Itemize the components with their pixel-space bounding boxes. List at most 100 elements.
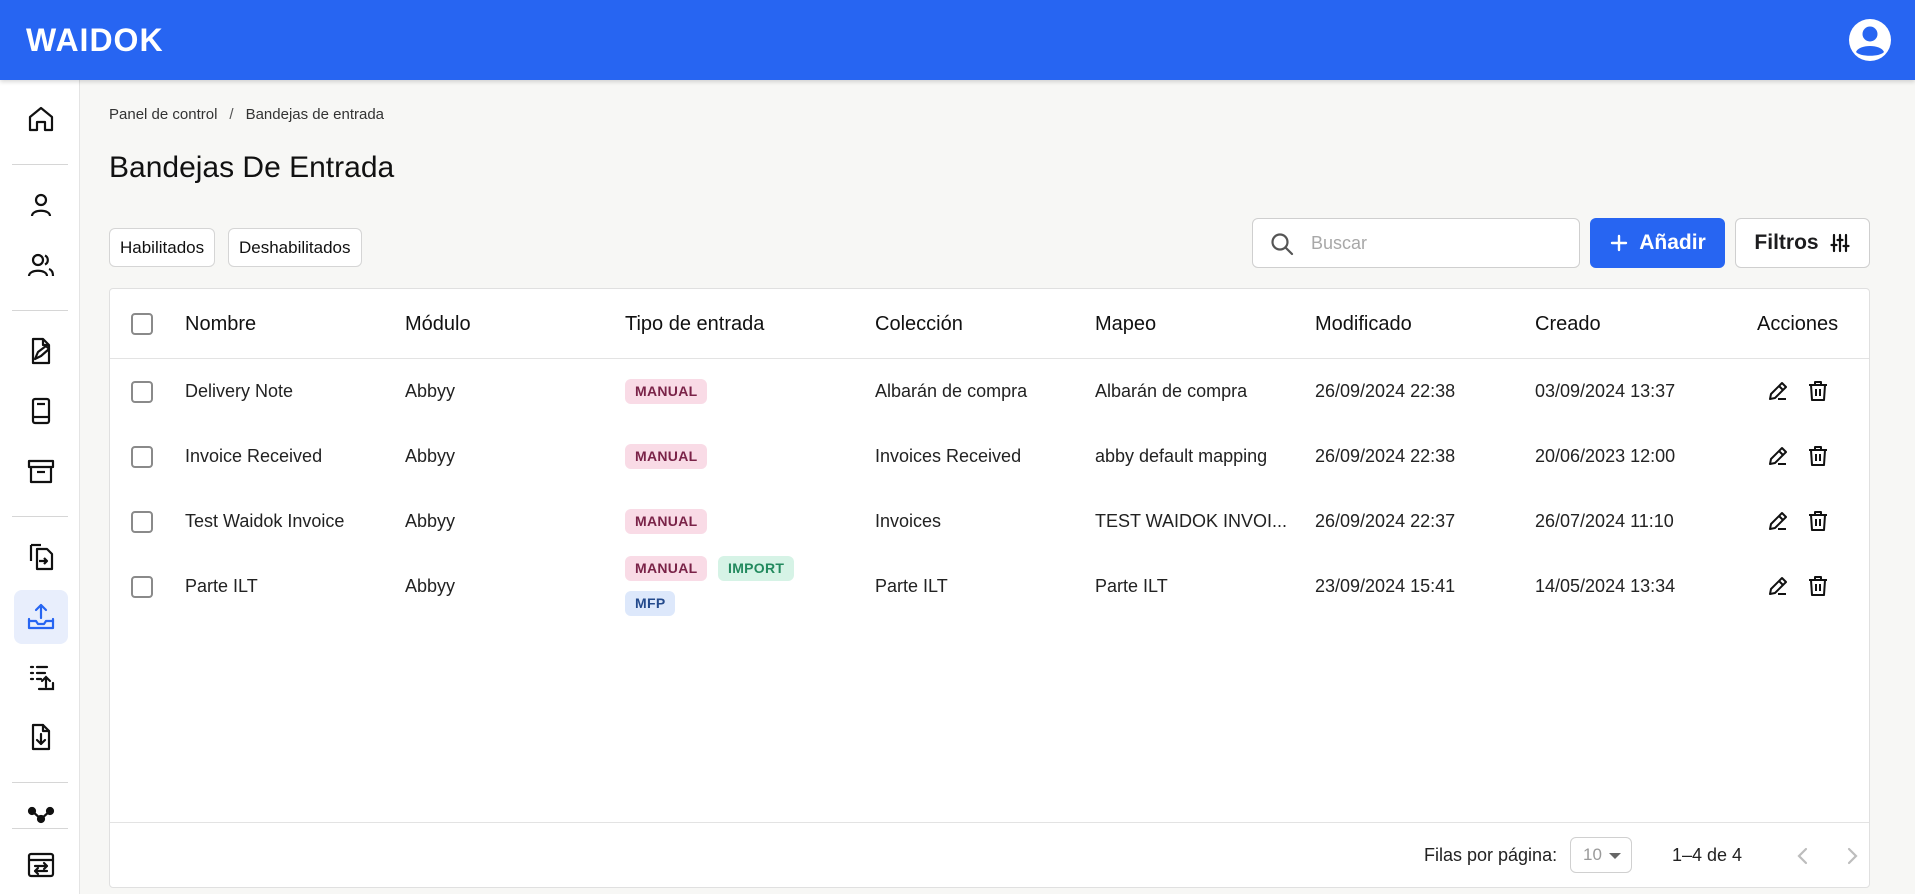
- tag-manual: MANUAL: [625, 444, 708, 469]
- cell-creado: 26/07/2024 11:10: [1535, 511, 1674, 531]
- sidebar-divider: [12, 516, 68, 517]
- cell-modificado: 26/09/2024 22:37: [1315, 511, 1456, 531]
- sidebar-item-users[interactable]: [14, 238, 68, 292]
- workflow-icon: [27, 806, 55, 824]
- row-checkbox[interactable]: [131, 381, 153, 403]
- chevron-right-icon[interactable]: [1839, 843, 1865, 869]
- cell-nombre: Test Waidok Invoice: [185, 511, 345, 531]
- cell-creado: 14/05/2024 13:34: [1535, 576, 1676, 596]
- column-header-creado[interactable]: Creado: [1535, 312, 1601, 336]
- cell-modulo: Abbyy: [405, 511, 456, 531]
- table-row[interactable]: Test Waidok Invoice Abbyy MANUAL Invoice…: [110, 489, 1869, 553]
- tag-manual: MANUAL: [625, 509, 708, 534]
- cell-mapeo: Parte ILT: [1095, 576, 1168, 596]
- trash-icon[interactable]: [1806, 444, 1830, 468]
- row-checkbox[interactable]: [131, 576, 153, 598]
- table-row[interactable]: Invoice Received Abbyy MANUAL Invoices R…: [110, 424, 1869, 488]
- user-icon: [30, 193, 52, 217]
- cell-creado: 03/09/2024 13:37: [1535, 381, 1676, 401]
- cell-coleccion: Invoices: [875, 511, 942, 531]
- caret-down-icon: [1609, 853, 1621, 859]
- tag-import: IMPORT: [718, 556, 795, 581]
- cell-creado: 20/06/2023 12:00: [1535, 446, 1676, 466]
- sidebar-item-document-transfer[interactable]: [14, 530, 68, 584]
- cell-coleccion: Albarán de compra: [875, 381, 1028, 401]
- table-header: Nombre Módulo Tipo de entrada Colección …: [110, 289, 1869, 359]
- column-header-modificado[interactable]: Modificado: [1315, 312, 1412, 336]
- cell-modulo: Abbyy: [405, 446, 456, 466]
- sidebar-item-inbox-upload[interactable]: [14, 590, 68, 644]
- sidebar-item-document-download[interactable]: [14, 710, 68, 764]
- sliders-icon: [1829, 233, 1850, 253]
- cell-nombre: Delivery Note: [185, 381, 294, 401]
- chevron-left-icon[interactable]: [1790, 843, 1816, 869]
- cell-modificado: 26/09/2024 22:38: [1315, 381, 1456, 401]
- row-checkbox[interactable]: [131, 511, 153, 533]
- edit-icon[interactable]: [1766, 379, 1790, 403]
- select-all-checkbox[interactable]: [131, 313, 153, 335]
- sidebar-item-document-edit[interactable]: [14, 324, 68, 378]
- edit-icon[interactable]: [1766, 444, 1790, 468]
- sidebar-item-list-upload[interactable]: [14, 650, 68, 704]
- search-icon: [1271, 233, 1294, 256]
- sidebar-item-user[interactable]: [14, 178, 68, 232]
- column-header-mapeo[interactable]: Mapeo: [1095, 312, 1156, 336]
- sidebar-item-window-transfer[interactable]: [14, 838, 68, 892]
- trash-icon[interactable]: [1806, 379, 1830, 403]
- document-transfer-icon: [29, 543, 54, 571]
- top-app-bar: WAIDOK: [0, 0, 1915, 80]
- edit-icon[interactable]: [1766, 574, 1790, 598]
- document-download-icon: [31, 723, 51, 751]
- edit-icon[interactable]: [1766, 509, 1790, 533]
- trash-icon[interactable]: [1806, 509, 1830, 533]
- archive-icon: [27, 459, 55, 484]
- users-icon: [27, 253, 55, 277]
- add-button[interactable]: Añadir: [1590, 218, 1725, 268]
- column-header-nombre[interactable]: Nombre: [185, 312, 256, 336]
- breadcrumb: Panel de control / Bandejas de entrada: [109, 105, 384, 125]
- table-pagination: Filas por página: 10 1–4 de 4: [110, 822, 1869, 888]
- page-title: Bandejas De Entrada: [109, 151, 395, 184]
- cell-modificado: 26/09/2024 22:38: [1315, 446, 1456, 466]
- row-checkbox[interactable]: [131, 446, 153, 468]
- filters-button[interactable]: Filtros: [1735, 218, 1870, 268]
- document-edit-icon: [31, 337, 51, 365]
- chip-enabled[interactable]: Habilitados: [109, 228, 216, 267]
- cell-mapeo: TEST WAIDOK INVOI...: [1095, 511, 1288, 531]
- search-input[interactable]: [1311, 227, 1561, 259]
- sidebar-item-book[interactable]: [14, 384, 68, 438]
- rows-per-page-label: Filas por página:: [1424, 845, 1558, 865]
- plus-icon: [1611, 234, 1628, 252]
- breadcrumb-current: Bandejas de entrada: [245, 106, 385, 123]
- window-transfer-icon: [27, 852, 55, 878]
- table-row[interactable]: Parte ILT Abbyy MANUAL IMPORT MFP Parte …: [110, 554, 1869, 618]
- sidebar-item-home[interactable]: [14, 92, 68, 146]
- breadcrumb-link-dashboard[interactable]: Panel de control: [109, 105, 217, 125]
- sidebar-divider: [12, 828, 68, 829]
- column-header-coleccion[interactable]: Colección: [875, 312, 963, 336]
- list-upload-icon: [29, 665, 55, 691]
- sidebar-item-workflow[interactable]: [14, 796, 68, 824]
- trash-icon[interactable]: [1806, 574, 1830, 598]
- account-circle-icon[interactable]: [1848, 18, 1892, 62]
- cell-modulo: Abbyy: [405, 576, 456, 596]
- tag-manual: MANUAL: [625, 556, 708, 581]
- column-header-acciones: Acciones: [1757, 313, 1839, 335]
- rows-per-page-select[interactable]: 10: [1570, 837, 1632, 873]
- cell-coleccion: Invoices Received: [875, 446, 1022, 466]
- inbox-upload-icon: [27, 603, 55, 630]
- sidebar: [0, 80, 80, 894]
- chip-disabled[interactable]: Deshabilitados: [228, 228, 362, 267]
- sidebar-item-archive[interactable]: [14, 444, 68, 498]
- cell-modificado: 23/09/2024 15:41: [1315, 576, 1456, 596]
- cell-mapeo: abby default mapping: [1095, 446, 1268, 466]
- sidebar-divider: [12, 310, 68, 311]
- filters-button-label: Filtros: [1754, 231, 1819, 254]
- column-header-modulo[interactable]: Módulo: [405, 312, 471, 336]
- column-header-tipo-entrada[interactable]: Tipo de entrada: [625, 312, 764, 336]
- breadcrumb-separator: /: [229, 106, 234, 123]
- rows-per-page-value: 10: [1583, 845, 1602, 864]
- app-logo[interactable]: WAIDOK: [26, 22, 164, 58]
- table-row[interactable]: Delivery Note Abbyy MANUAL Albarán de co…: [110, 359, 1869, 423]
- tag-manual: MANUAL: [625, 379, 708, 404]
